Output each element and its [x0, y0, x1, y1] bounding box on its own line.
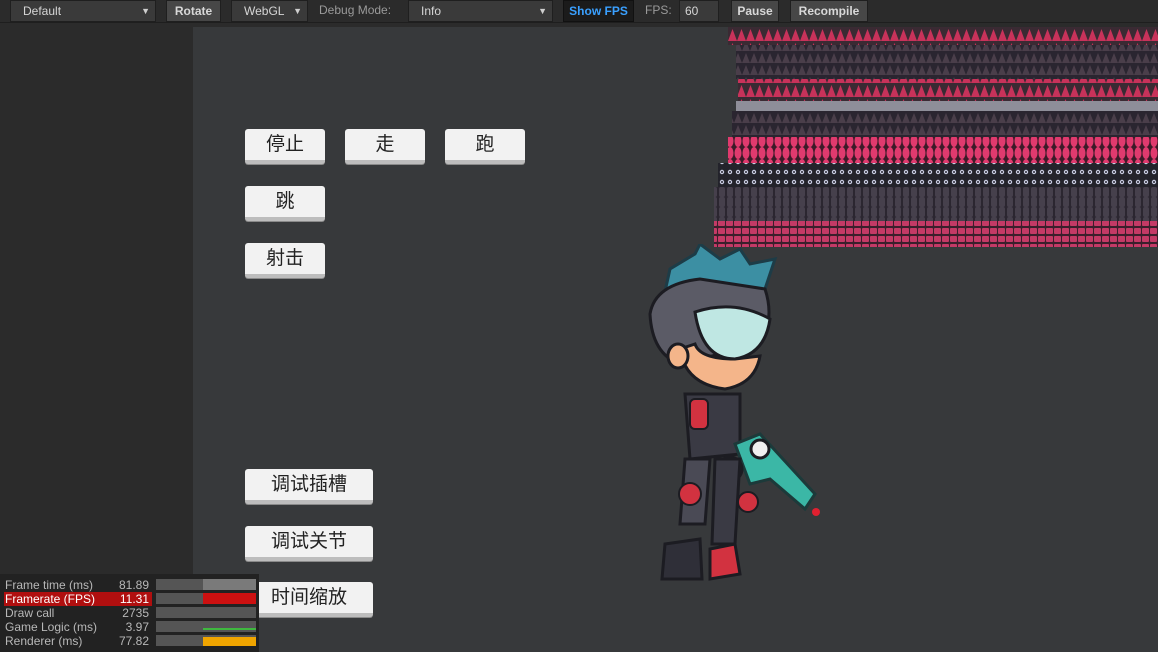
- stat-graph: [156, 579, 256, 590]
- stat-row-framerate: Framerate (FPS) 11.31: [4, 592, 256, 606]
- stat-value: 3.97: [125, 620, 149, 634]
- stat-row-frame-time: Frame time (ms) 81.89: [4, 578, 256, 592]
- debug-mode-label: Debug Mode:: [319, 3, 392, 17]
- stats-panel: Frame time (ms) 81.89 Framerate (FPS) 11…: [0, 574, 259, 652]
- device-select-value: Default: [23, 4, 62, 18]
- debug-mode-select[interactable]: Info ▼: [408, 0, 553, 22]
- fps-label: FPS:: [645, 3, 672, 17]
- stop-button[interactable]: 停止: [245, 129, 325, 164]
- stat-label: Renderer (ms): [5, 634, 83, 648]
- renderer-select-value: WebGL: [244, 4, 285, 18]
- toolbar: Default ▼ Rotate WebGL ▼ Debug Mode: Inf…: [0, 0, 1158, 23]
- shoot-button[interactable]: 射击: [245, 243, 325, 278]
- renderer-select[interactable]: WebGL ▼: [231, 0, 308, 22]
- stat-label: Game Logic (ms): [5, 620, 98, 634]
- jump-button[interactable]: 跳: [245, 186, 325, 221]
- stat-value: 77.82: [118, 634, 149, 648]
- run-button[interactable]: 跑: [445, 129, 525, 164]
- stat-label: Draw call: [5, 606, 55, 620]
- recompile-button[interactable]: Recompile: [790, 0, 868, 22]
- stat-row-game-logic: Game Logic (ms) 3.97: [4, 620, 256, 634]
- pause-button[interactable]: Pause: [731, 0, 779, 22]
- debug-slots-button[interactable]: 调试插槽: [245, 469, 373, 504]
- stat-value: 2735: [122, 606, 149, 620]
- sprite-crowd: [714, 27, 1158, 247]
- stat-label: Framerate (FPS): [5, 592, 96, 606]
- hero-character: [648, 244, 820, 581]
- debug-mode-select-value: Info: [421, 4, 442, 18]
- dropdown-arrow-icon: ▼: [141, 6, 150, 16]
- time-scale-button[interactable]: 时间缩放: [245, 582, 373, 617]
- stat-graph: [156, 635, 256, 646]
- stat-graph: [156, 607, 256, 618]
- rotate-button[interactable]: Rotate: [166, 0, 221, 22]
- dropdown-arrow-icon: ▼: [293, 6, 302, 16]
- stat-label: Frame time (ms): [5, 578, 93, 592]
- walk-button[interactable]: 走: [345, 129, 425, 164]
- debug-joints-button[interactable]: 调试关节: [245, 526, 373, 561]
- fps-input[interactable]: 60: [679, 0, 719, 22]
- stat-value: 81.89: [118, 578, 149, 592]
- stat-row-renderer: Renderer (ms) 77.82: [4, 634, 256, 648]
- stat-value: 11.31: [119, 592, 149, 606]
- stat-graph: [156, 621, 256, 632]
- dropdown-arrow-icon: ▼: [538, 6, 547, 16]
- stat-graph: [156, 593, 256, 604]
- device-select[interactable]: Default ▼: [10, 0, 156, 22]
- show-fps-button[interactable]: Show FPS: [563, 0, 634, 22]
- stat-row-draw-call: Draw call 2735: [4, 606, 256, 620]
- left-panel: [0, 23, 193, 652]
